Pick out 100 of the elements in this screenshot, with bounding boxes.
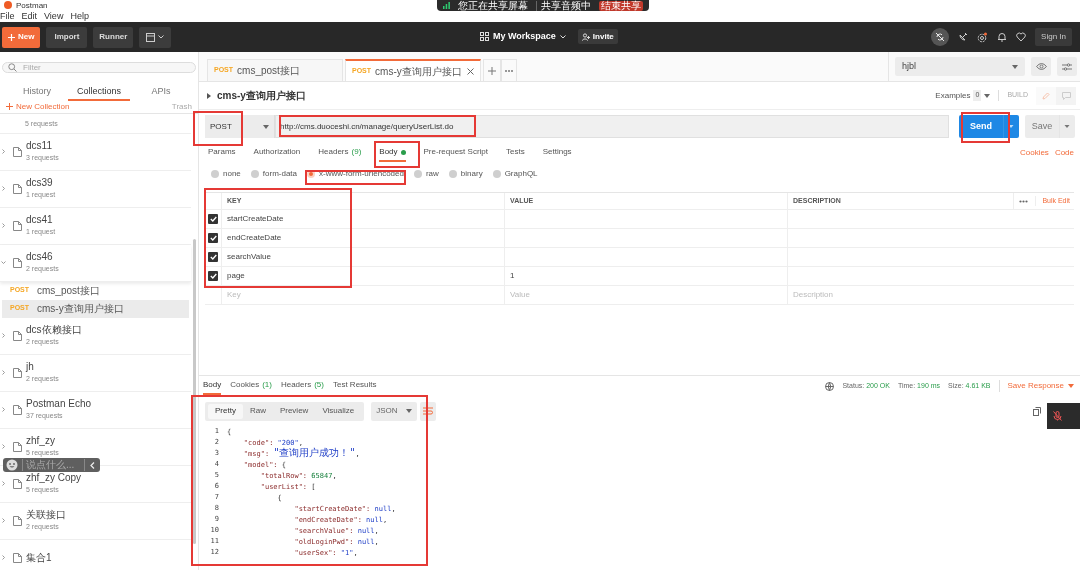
- signal-icon: [443, 2, 450, 9]
- settings-icon[interactable]: [977, 31, 989, 43]
- radio-icon[interactable]: [492, 170, 501, 178]
- save-button[interactable]: Save: [1025, 115, 1075, 138]
- response-tab[interactable]: Cookies (1): [230, 377, 272, 395]
- folder-icon: [13, 220, 22, 231]
- menu-item[interactable]: Edit: [21, 10, 38, 22]
- table-cell: endCreateDate: [227, 232, 282, 244]
- sync-button[interactable]: [931, 28, 950, 46]
- collection-name: 关联接口: [26, 509, 66, 521]
- comment-icon: [1061, 91, 1071, 100]
- satellite-icon[interactable]: [958, 32, 969, 42]
- highlight-box: [193, 111, 243, 146]
- chevron-right-icon[interactable]: [1, 223, 6, 228]
- tab-title: cms_post接口: [237, 64, 300, 78]
- heart-icon[interactable]: [1016, 32, 1027, 42]
- collection-item[interactable]: 集合1: [0, 539, 191, 570]
- more-button[interactable]: [501, 59, 517, 81]
- radio-icon[interactable]: [307, 170, 316, 178]
- environment-quick-look-button[interactable]: [1031, 57, 1051, 76]
- copy-icon[interactable]: [1033, 406, 1041, 416]
- collection-name: dcs41: [26, 214, 54, 226]
- collection-name: dcs39: [26, 177, 54, 189]
- view-mode-button[interactable]: Visualize: [315, 403, 362, 419]
- response-tab[interactable]: Test Results: [332, 377, 377, 395]
- grid-icon: [480, 32, 489, 41]
- method-dropdown[interactable]: POST: [205, 115, 275, 138]
- checkbox[interactable]: [208, 214, 218, 224]
- request-section-tab[interactable]: Tests: [506, 144, 525, 162]
- body-mode-radio[interactable]: none: [211, 168, 241, 180]
- body-mode-radio[interactable]: form-data: [250, 168, 298, 180]
- chevron-right-icon[interactable]: [1, 370, 6, 375]
- collection-name: Postman Echo: [26, 398, 92, 410]
- runner-button[interactable]: Runner: [93, 26, 134, 48]
- scrollbar[interactable]: [193, 239, 196, 544]
- body-mode-radio[interactable]: raw: [413, 168, 439, 180]
- send-button[interactable]: Send: [959, 115, 1019, 138]
- radio-icon[interactable]: [413, 170, 422, 178]
- environment-dropdown[interactable]: hjbl: [895, 57, 1025, 76]
- collapse-button[interactable]: [84, 459, 95, 471]
- view-mode-button[interactable]: Raw: [242, 403, 273, 419]
- chevron-right-icon[interactable]: [1, 444, 6, 449]
- checkbox[interactable]: [208, 252, 218, 262]
- filter-input[interactable]: Filter: [23, 63, 190, 72]
- manage-environments-button[interactable]: [1057, 57, 1077, 76]
- audio-status: 共享音频中: [536, 0, 591, 11]
- more-icon[interactable]: [1019, 199, 1029, 203]
- radio-icon[interactable]: [448, 170, 457, 178]
- request-section-tab[interactable]: Settings: [542, 144, 572, 162]
- chevron-right-icon[interactable]: [1, 149, 6, 154]
- chevron-right-icon[interactable]: [1, 333, 6, 338]
- bell-icon[interactable]: [997, 32, 1008, 42]
- new-tab-button[interactable]: [483, 59, 501, 81]
- request-section-tab[interactable]: Headers (9): [318, 144, 362, 162]
- body-mode-radio[interactable]: x-www-form-urlencoded: [307, 168, 404, 180]
- folder-icon: [13, 367, 22, 378]
- comments-button[interactable]: [1056, 86, 1076, 105]
- chevron-right-icon[interactable]: [1, 186, 6, 191]
- response-tab[interactable]: Body: [203, 377, 222, 395]
- sidebar-tab[interactable]: History: [6, 85, 68, 101]
- radio-icon[interactable]: [250, 170, 259, 178]
- request-section-tab[interactable]: Authorization: [253, 144, 301, 162]
- menu-item[interactable]: File: [0, 10, 15, 22]
- url-field[interactable]: http://cms.duoceshi.cn/manage/queryUserList.do: [275, 115, 949, 138]
- invite-button[interactable]: Invite: [577, 29, 618, 44]
- stop-sharing-button[interactable]: 结束共享: [599, 0, 643, 11]
- sidebar-tab[interactable]: APIs: [130, 85, 192, 101]
- body-mode-radio[interactable]: GraphQL: [492, 168, 538, 180]
- chevron-right-icon[interactable]: [1, 518, 6, 523]
- sidebar-tab[interactable]: Collections: [68, 85, 130, 101]
- expand-icon[interactable]: [207, 92, 211, 99]
- smiley-icon[interactable]: [6, 459, 18, 471]
- collection-name: zhf_zy: [26, 435, 56, 447]
- body-mode-radio[interactable]: binary: [448, 168, 483, 180]
- caret-icon: [263, 124, 269, 129]
- view-mode-button[interactable]: Preview: [272, 403, 316, 419]
- filter-field[interactable]: Filter: [2, 62, 196, 73]
- view-mode-button[interactable]: Pretty: [208, 403, 243, 419]
- close-icon[interactable]: [467, 67, 474, 75]
- sign-in-button[interactable]: Sign In: [1035, 28, 1072, 46]
- workspace-button[interactable]: My Workspace: [480, 29, 566, 44]
- new-window-button[interactable]: [139, 26, 172, 48]
- globe-icon[interactable]: [825, 381, 835, 391]
- response-tab[interactable]: Headers (5): [280, 377, 324, 395]
- request-name: cms-y查询用户接口: [217, 89, 306, 103]
- request-section-tab[interactable]: Pre-request Script: [423, 144, 488, 162]
- format-dropdown[interactable]: JSON: [371, 401, 418, 421]
- radio-icon[interactable]: [211, 170, 219, 178]
- chevron-right-icon[interactable]: [1, 555, 6, 560]
- menu-item[interactable]: View: [44, 10, 64, 22]
- request-section-tab[interactable]: Params: [208, 144, 236, 162]
- chevron-down-icon[interactable]: [1, 260, 6, 265]
- checkbox[interactable]: [208, 233, 218, 243]
- chevron-right-icon[interactable]: [1, 407, 6, 412]
- checkbox[interactable]: [208, 271, 218, 281]
- menu-item[interactable]: Help: [70, 10, 89, 22]
- chevron-right-icon[interactable]: [1, 481, 6, 486]
- muted-mic-icon[interactable]: [1053, 411, 1062, 421]
- request-section-tab[interactable]: Body: [379, 144, 406, 162]
- import-button[interactable]: Import: [46, 26, 88, 48]
